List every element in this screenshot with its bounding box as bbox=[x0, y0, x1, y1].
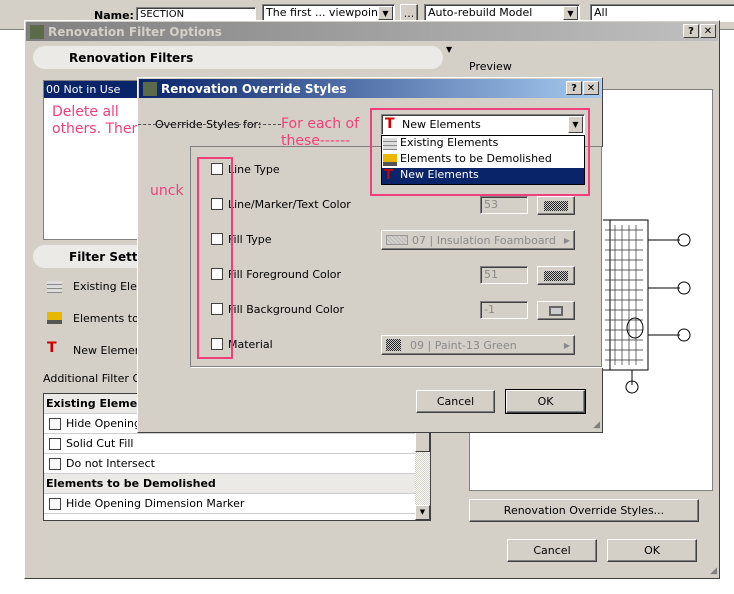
group-label: Elements to be Demolished bbox=[46, 477, 216, 490]
additional-options-label: Additional Filter Opt bbox=[43, 372, 153, 385]
fill-swatch bbox=[386, 235, 408, 245]
material-value: 09 | Paint-13 Green bbox=[410, 338, 517, 352]
annotation-for-each: For each of these------ bbox=[281, 116, 360, 149]
scroll-down-icon[interactable]: ▼ bbox=[415, 505, 430, 520]
app-icon bbox=[30, 24, 44, 39]
crane-icon: T bbox=[47, 340, 57, 356]
checkbox[interactable] bbox=[49, 498, 61, 510]
fill-background-swatch-button[interactable] bbox=[537, 301, 575, 320]
annotation-highlight-checkboxes bbox=[197, 157, 233, 359]
checkbox[interactable] bbox=[49, 458, 61, 470]
header-label: Renovation Filters bbox=[69, 50, 194, 65]
chevron-right-icon: ▶ bbox=[563, 340, 570, 350]
option-label: Hide Opening Dimension Marker bbox=[66, 497, 245, 510]
option-label: Do not Intersect bbox=[66, 457, 155, 470]
resize-grip-icon[interactable]: ◢ bbox=[710, 566, 717, 576]
group-label: Existing Element bbox=[46, 397, 151, 410]
table-header-row: Elements to be Demolished bbox=[44, 474, 430, 494]
filter-item-selected[interactable]: 00 Not in Use bbox=[44, 81, 142, 98]
line-color-swatch-button[interactable] bbox=[537, 196, 575, 215]
title-bar[interactable]: Renovation Filter Options ? ✕ bbox=[26, 22, 718, 41]
help-button[interactable]: ? bbox=[683, 24, 699, 38]
checkbox[interactable] bbox=[49, 438, 61, 450]
dialog-title: Renovation Filter Options bbox=[48, 24, 222, 39]
checkbox[interactable] bbox=[49, 418, 61, 430]
table-row[interactable]: Hide Opening Dimension Marker bbox=[44, 494, 430, 514]
ok-button[interactable]: OK bbox=[607, 539, 697, 562]
chevron-right-icon: ▶ bbox=[563, 235, 570, 245]
fill-background-input[interactable]: -1 bbox=[480, 301, 528, 319]
fill-type-value: 07 | Insulation Foamboard bbox=[412, 233, 556, 247]
table-row[interactable]: Do not Intersect bbox=[44, 454, 430, 474]
title-bar[interactable]: Renovation Override Styles ? ✕ bbox=[139, 79, 601, 98]
table-row[interactable]: Solid Cut Fill bbox=[44, 434, 430, 454]
resize-grip-icon[interactable]: ◢ bbox=[593, 420, 600, 430]
option-label: Solid Cut Fill bbox=[66, 437, 134, 450]
fill-type-select[interactable]: 07 | Insulation Foamboard ▶ bbox=[381, 230, 575, 250]
scrollbar-thumb[interactable] bbox=[415, 430, 430, 452]
annotation-delete: Delete all others. Then bbox=[52, 104, 141, 137]
material-swatch bbox=[386, 339, 401, 351]
monitor-icon bbox=[549, 305, 563, 316]
renovation-filters-header: Renovation Filters bbox=[33, 46, 443, 69]
annotation-unck: unck bbox=[150, 183, 184, 199]
fill-type-label: Fill Type bbox=[228, 233, 272, 246]
fill-foreground-label: Fill Foreground Color bbox=[228, 268, 342, 281]
pattern-swatch bbox=[544, 270, 568, 281]
bulldozer-icon bbox=[47, 312, 62, 324]
dialog-title: Renovation Override Styles bbox=[161, 81, 347, 96]
cancel-button[interactable]: Cancel bbox=[507, 539, 597, 562]
ok-button[interactable]: OK bbox=[505, 389, 586, 414]
annotation-dash bbox=[138, 124, 281, 125]
brick-wall-icon bbox=[47, 281, 62, 293]
close-button[interactable]: ✕ bbox=[700, 24, 716, 38]
pattern-swatch bbox=[544, 200, 568, 211]
material-label: Material bbox=[228, 338, 273, 351]
preview-label: Preview bbox=[469, 60, 512, 73]
app-icon bbox=[143, 81, 157, 96]
chevron-down-icon[interactable]: ▼ bbox=[378, 6, 393, 20]
fill-foreground-swatch-button[interactable] bbox=[537, 266, 575, 285]
annotation-highlight-dropdown bbox=[370, 108, 590, 196]
help-button[interactable]: ? bbox=[566, 81, 582, 95]
fill-background-label: Fill Background Color bbox=[228, 303, 345, 316]
line-type-label: Line Type bbox=[228, 163, 280, 176]
line-color-input[interactable]: 53 bbox=[480, 196, 528, 214]
close-button[interactable]: ✕ bbox=[583, 81, 599, 95]
line-color-label: Line/Marker/Text Color bbox=[228, 198, 351, 211]
cancel-button[interactable]: Cancel bbox=[416, 390, 495, 413]
renovation-override-styles-button[interactable]: Renovation Override Styles... bbox=[469, 499, 699, 522]
fill-foreground-input[interactable]: 51 bbox=[480, 266, 528, 284]
viewpoint-value: The first ... viewpoint bbox=[266, 6, 383, 19]
rebuild-value: Auto-rebuild Model bbox=[428, 6, 533, 19]
chevron-down-icon[interactable]: ▼ bbox=[563, 6, 578, 20]
panel-menu-icon[interactable]: ▼ bbox=[446, 45, 452, 54]
material-select[interactable]: 09 | Paint-13 Green ▶ bbox=[381, 335, 575, 355]
